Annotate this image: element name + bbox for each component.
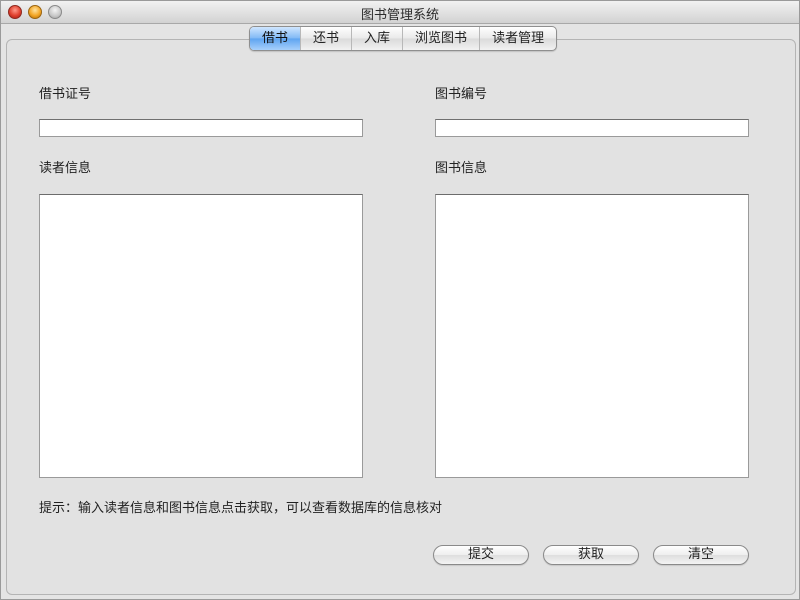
tab-bar: 借书 还书 入库 浏览图书 读者管理 xyxy=(249,26,558,51)
submit-button[interactable]: 提交 xyxy=(433,545,529,565)
card-number-input[interactable] xyxy=(39,119,363,137)
tab-stock-in[interactable]: 入库 xyxy=(352,27,404,50)
clear-button[interactable]: 清空 xyxy=(653,545,749,565)
tab-reader-management[interactable]: 读者管理 xyxy=(480,27,556,50)
tab-return[interactable]: 还书 xyxy=(301,27,353,50)
book-number-label: 图书编号 xyxy=(435,87,488,102)
book-number-input[interactable] xyxy=(435,119,749,137)
book-info-textarea[interactable] xyxy=(435,194,749,478)
book-info-label: 图书信息 xyxy=(435,161,488,176)
window-title: 图书管理系统 xyxy=(360,8,439,23)
title-bar[interactable]: 图书管理系统 xyxy=(1,1,799,24)
card-number-label: 借书证号 xyxy=(39,87,92,102)
fetch-button[interactable]: 获取 xyxy=(543,545,639,565)
app-window: 图书管理系统 借书 还书 入库 浏览图书 读者管理 借书证号 图书编号 读者信息… xyxy=(0,0,800,600)
tab-browse-books[interactable]: 浏览图书 xyxy=(403,27,481,50)
reader-info-textarea[interactable] xyxy=(39,194,363,478)
tab-borrow[interactable]: 借书 xyxy=(250,27,302,50)
hint-text: 提示：输入读者信息和图书信息点击获取，可以查看数据库的信息核对 xyxy=(39,501,443,516)
reader-info-label: 读者信息 xyxy=(39,161,92,176)
